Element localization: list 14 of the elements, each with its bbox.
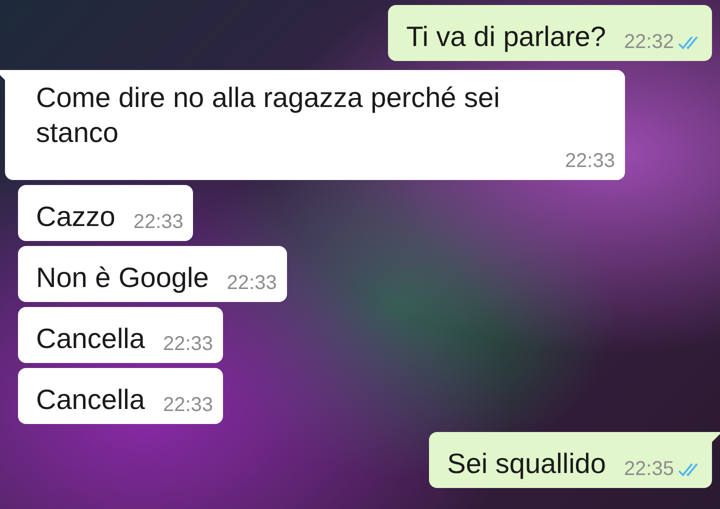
message-text: Cancella [36,322,145,356]
message-time: 22:32 [624,31,674,54]
message-time: 22:33 [133,211,184,234]
message-time: 22:33 [162,333,214,356]
message-text: Ti va di parlare? [406,20,606,54]
message-text: Cazzo [36,200,116,234]
message-text: Non è Google [36,261,209,295]
message-time: 22:33 [564,150,615,173]
message-time: 22:33 [162,394,214,417]
message-time: 22:33 [226,272,277,295]
message-time: 22:35 [624,458,674,481]
message-text: Come dire no alla ragazza perché sei stanco [36,81,501,150]
message-text: Cancella [36,383,145,417]
message-text: Sei squallido [447,447,606,481]
